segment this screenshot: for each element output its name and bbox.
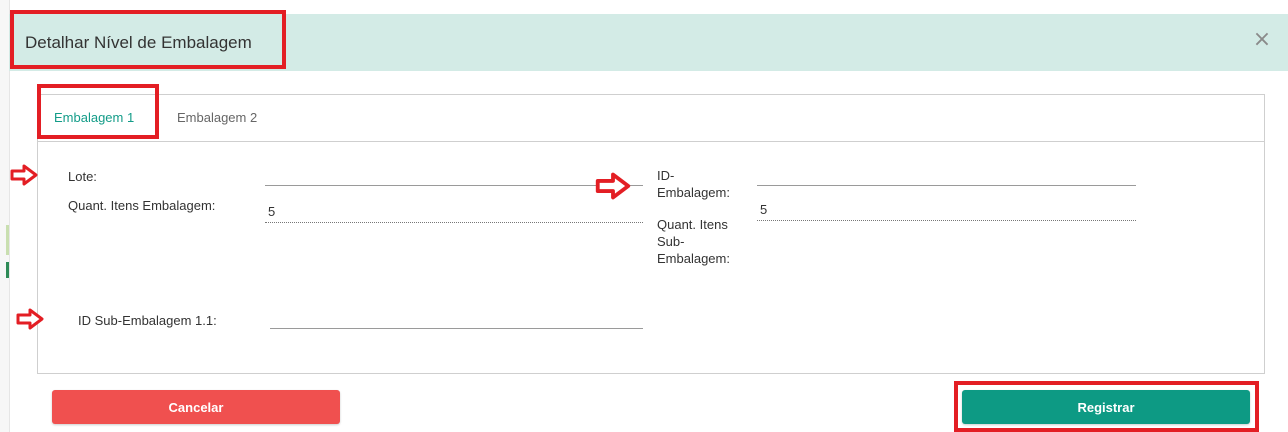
tab-bar: Embalagem 1 Embalagem 2 [38, 95, 1264, 142]
quant-itens-label: Quant. Itens Embalagem: [68, 198, 216, 213]
id-embalagem-label-line1: ID- [657, 168, 675, 183]
quant-itens-sub-label-line2: Sub- [657, 234, 685, 249]
annotation-arrow-icon [10, 164, 38, 186]
annotation-arrow-icon [16, 308, 44, 330]
id-embalagem-label-line2: Embalagem: [657, 185, 730, 200]
close-icon[interactable]: × [1250, 28, 1274, 52]
background-mark [6, 262, 9, 278]
quant-itens-sub-input[interactable] [757, 199, 1136, 221]
id-sub-embalagem-input[interactable] [270, 307, 643, 329]
quant-itens-sub-label-line3: Embalagem: [657, 251, 730, 266]
quant-itens-sub-label-line1: Quant. Itens [657, 217, 728, 232]
page: Detalhar Nível de Embalagem × Embalagem … [0, 0, 1288, 432]
modal-title: Detalhar Nível de Embalagem [25, 33, 252, 52]
tab-embalagem-1[interactable]: Embalagem 1 [54, 110, 134, 125]
cancel-button[interactable]: Cancelar [52, 390, 340, 424]
quant-itens-input[interactable] [265, 201, 643, 223]
lote-label: Lote: [68, 169, 97, 184]
register-button[interactable]: Registrar [962, 390, 1250, 424]
active-tab-indicator [50, 137, 146, 139]
lote-input[interactable] [265, 164, 643, 186]
annotation-arrow-icon [595, 172, 631, 200]
background-mark [6, 225, 9, 255]
tab-panel: Embalagem 1 Embalagem 2 Lote: Quant. Ite… [37, 94, 1265, 374]
id-sub-embalagem-label: ID Sub-Embalagem 1.1: [78, 313, 217, 328]
tab-embalagem-2[interactable]: Embalagem 2 [177, 110, 257, 125]
modal-header: Detalhar Nível de Embalagem × [9, 14, 1288, 71]
id-embalagem-input[interactable] [757, 164, 1136, 186]
